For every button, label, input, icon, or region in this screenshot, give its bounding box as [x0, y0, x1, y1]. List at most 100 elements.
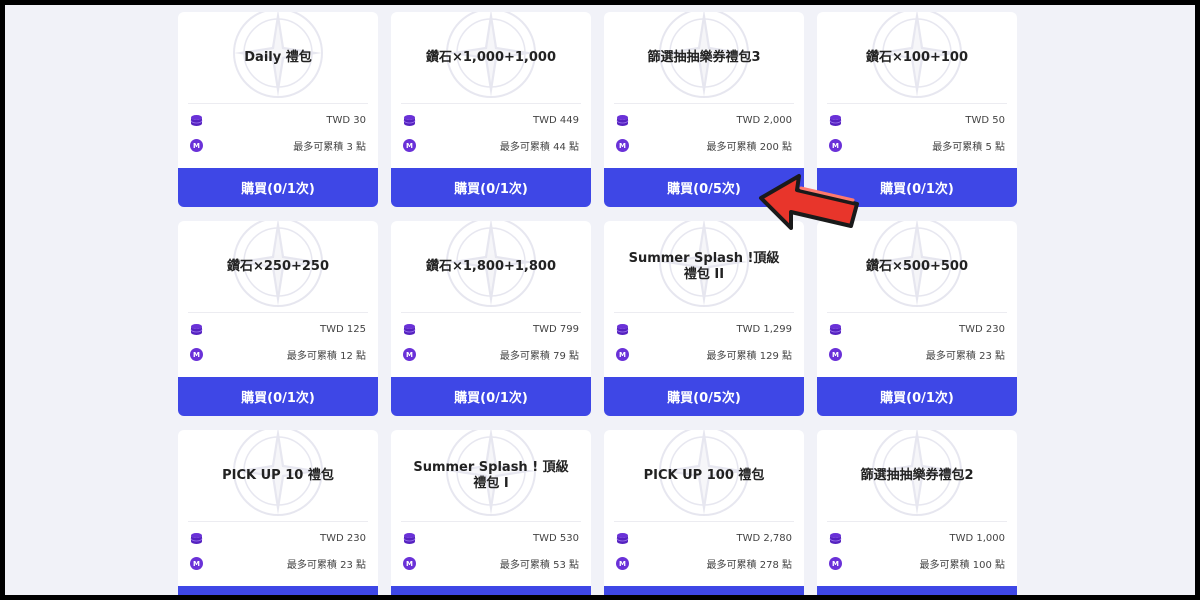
- product-card: Daily 禮包 TWD 30 M 最多可累積 3 點 購買(0/1次): [178, 12, 378, 207]
- coin-stack-icon: [829, 114, 842, 127]
- buy-button[interactable]: 購買(0/1次): [391, 168, 591, 207]
- points-value: 最多可累積 200 點: [706, 142, 792, 153]
- card-details: TWD 125 M 最多可累積 12 點: [178, 313, 378, 367]
- coin-stack-icon: [829, 323, 842, 336]
- points-value: 最多可累積 278 點: [706, 560, 792, 571]
- price-row: TWD 530: [403, 526, 579, 551]
- points-value: 最多可累積 44 點: [499, 142, 579, 153]
- card-details: TWD 50 M 最多可累積 5 點: [817, 104, 1017, 158]
- product-title: 篩選抽抽樂券禮包2: [860, 467, 974, 483]
- points-value: 最多可累積 12 點: [286, 351, 366, 362]
- m-points-icon: M: [829, 557, 842, 570]
- points-row: M 最多可累積 53 點: [403, 551, 579, 576]
- price-row: TWD 2,780: [616, 526, 792, 551]
- buy-button[interactable]: 購買(0/1次): [817, 377, 1017, 416]
- buy-button[interactable]: 購買(0/1次): [178, 168, 378, 207]
- m-points-icon: M: [829, 139, 842, 152]
- buy-button[interactable]: [178, 586, 378, 595]
- product-title: 篩選抽抽樂券禮包3: [647, 49, 761, 65]
- product-card: 鑽石×500+500 TWD 230 M 最多可累積 23 點 購買(0/1次): [817, 221, 1017, 416]
- product-card: 鑽石×1,000+1,000 TWD 449 M 最多可累積 44 點 購買(0…: [391, 12, 591, 207]
- buy-button[interactable]: [604, 586, 804, 595]
- points-row: M 最多可累積 23 點: [190, 551, 366, 576]
- product-title: 鑽石×1,000+1,000: [425, 49, 557, 65]
- price-value: TWD 230: [320, 533, 366, 544]
- points-row: M 最多可累積 100 點: [829, 551, 1005, 576]
- buy-button[interactable]: 購買(0/1次): [178, 377, 378, 416]
- points-row: M 最多可累積 3 點: [190, 133, 366, 158]
- product-title: Summer Splash ! 頂級禮包 I: [413, 459, 569, 491]
- price-value: TWD 449: [533, 115, 579, 126]
- product-card: PICK UP 100 禮包 TWD 2,780 M 最多可累積 278 點: [604, 430, 804, 595]
- product-card: 篩選抽抽樂券禮包2 TWD 1,000 M 最多可累積 100 點: [817, 430, 1017, 595]
- points-row: M 最多可累積 23 點: [829, 342, 1005, 367]
- buy-button[interactable]: 購買(0/5次): [604, 377, 804, 416]
- coin-stack-icon: [616, 532, 629, 545]
- product-title: 鑽石×500+500: [865, 258, 969, 274]
- card-header: PICK UP 100 禮包: [614, 430, 794, 522]
- product-card: 鑽石×1,800+1,800 TWD 799 M 最多可累積 79 點 購買(0…: [391, 221, 591, 416]
- points-row: M 最多可累積 79 點: [403, 342, 579, 367]
- buy-button[interactable]: 購買(0/1次): [391, 377, 591, 416]
- m-points-icon: M: [403, 557, 416, 570]
- product-title: 鑽石×250+250: [226, 258, 330, 274]
- points-value: 最多可累積 79 點: [499, 351, 579, 362]
- card-header: Daily 禮包: [188, 12, 368, 104]
- price-value: TWD 30: [326, 115, 366, 126]
- card-header: 鑽石×250+250: [188, 221, 368, 313]
- price-value: TWD 799: [533, 324, 579, 335]
- card-header: 鑽石×1,000+1,000: [401, 12, 581, 104]
- points-row: M 最多可累積 44 點: [403, 133, 579, 158]
- coin-stack-icon: [403, 532, 416, 545]
- card-details: TWD 1,299 M 最多可累積 129 點: [604, 313, 804, 367]
- price-value: TWD 530: [533, 533, 579, 544]
- price-value: TWD 2,000: [736, 115, 792, 126]
- card-details: TWD 230 M 最多可累積 23 點: [178, 522, 378, 576]
- product-card: Summer Splash !頂級禮包 II TWD 1,299 M 最多可累積…: [604, 221, 804, 416]
- price-value: TWD 50: [965, 115, 1005, 126]
- shop-page: Daily 禮包 TWD 30 M 最多可累積 3 點 購買(0/1次) 鑽石×…: [5, 5, 1195, 595]
- product-card: PICK UP 10 禮包 TWD 230 M 最多可累積 23 點: [178, 430, 378, 595]
- price-value: TWD 1,299: [736, 324, 792, 335]
- card-header: 鑽石×100+100: [827, 12, 1007, 104]
- product-title: Daily 禮包: [244, 49, 312, 65]
- buy-button[interactable]: [817, 586, 1017, 595]
- price-row: TWD 230: [190, 526, 366, 551]
- product-title: PICK UP 10 禮包: [222, 467, 334, 483]
- product-card: 鑽石×250+250 TWD 125 M 最多可累積 12 點 購買(0/1次): [178, 221, 378, 416]
- card-details: TWD 30 M 最多可累積 3 點: [178, 104, 378, 158]
- card-details: TWD 230 M 最多可累積 23 點: [817, 313, 1017, 367]
- coin-stack-icon: [616, 114, 629, 127]
- card-header: 鑽石×1,800+1,800: [401, 221, 581, 313]
- card-details: TWD 2,000 M 最多可累積 200 點: [604, 104, 804, 158]
- price-row: TWD 125: [190, 317, 366, 342]
- m-points-icon: M: [190, 557, 203, 570]
- buy-button[interactable]: [391, 586, 591, 595]
- points-value: 最多可累積 3 點: [293, 142, 366, 153]
- price-row: TWD 2,000: [616, 108, 792, 133]
- card-header: 篩選抽抽樂券禮包3: [614, 12, 794, 104]
- coin-stack-icon: [829, 532, 842, 545]
- card-details: TWD 530 M 最多可累積 53 點: [391, 522, 591, 576]
- card-details: TWD 1,000 M 最多可累積 100 點: [817, 522, 1017, 576]
- price-row: TWD 1,299: [616, 317, 792, 342]
- price-row: TWD 1,000: [829, 526, 1005, 551]
- m-points-icon: M: [403, 139, 416, 152]
- coin-stack-icon: [190, 114, 203, 127]
- points-row: M 最多可累積 200 點: [616, 133, 792, 158]
- points-value: 最多可累積 23 點: [286, 560, 366, 571]
- product-card: Summer Splash ! 頂級禮包 I TWD 530 M 最多可累積 5…: [391, 430, 591, 595]
- points-row: M 最多可累積 129 點: [616, 342, 792, 367]
- product-title: 鑽石×1,800+1,800: [425, 258, 557, 274]
- product-title: 鑽石×100+100: [865, 49, 969, 65]
- points-value: 最多可累積 23 點: [925, 351, 1005, 362]
- card-header: PICK UP 10 禮包: [188, 430, 368, 522]
- m-points-icon: M: [616, 348, 629, 361]
- points-row: M 最多可累積 5 點: [829, 133, 1005, 158]
- price-value: TWD 125: [320, 324, 366, 335]
- coin-stack-icon: [403, 114, 416, 127]
- m-points-icon: M: [616, 557, 629, 570]
- card-header: 篩選抽抽樂券禮包2: [827, 430, 1007, 522]
- m-points-icon: M: [403, 348, 416, 361]
- points-value: 最多可累積 129 點: [706, 351, 792, 362]
